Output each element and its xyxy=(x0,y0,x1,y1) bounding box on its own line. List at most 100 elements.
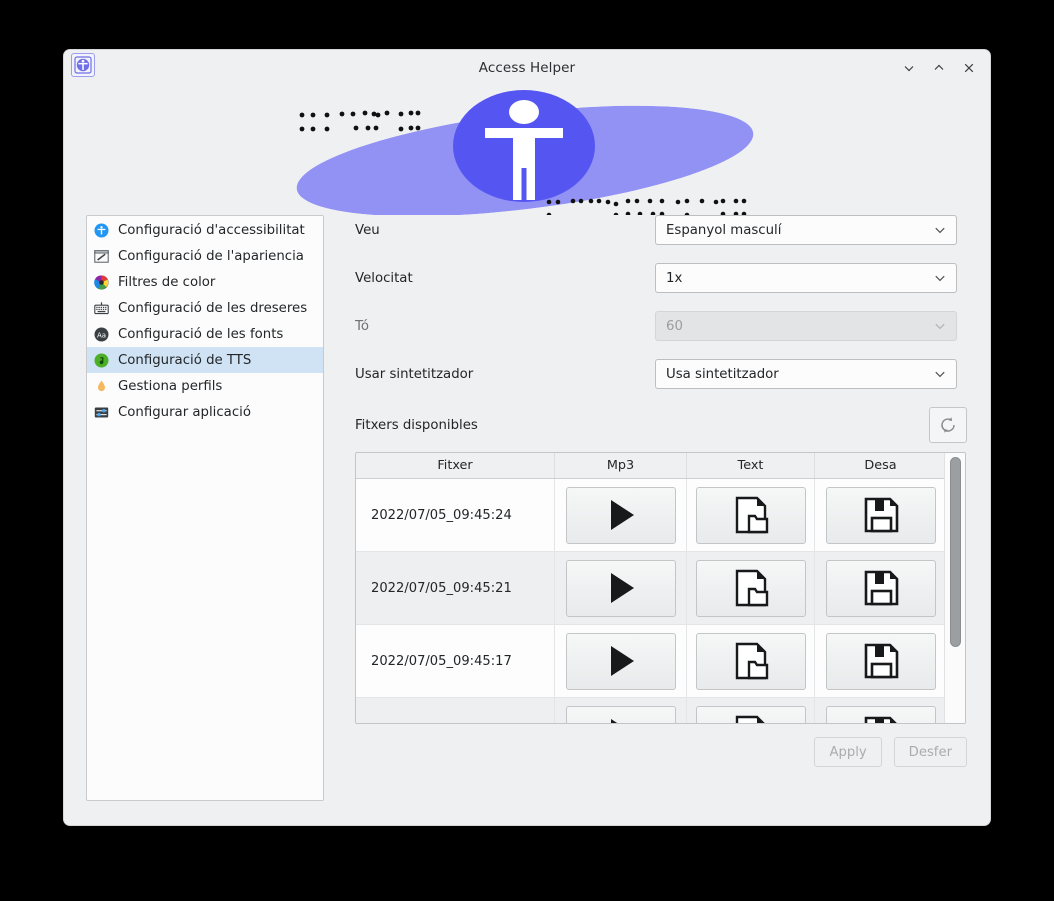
accessibility-app-icon xyxy=(71,53,95,77)
column-header-file: Fitxer xyxy=(356,453,555,478)
title-bar: Access Helper xyxy=(64,50,990,85)
sidebar-item-label: Configuració de TTS xyxy=(118,352,252,368)
table-header-row: Fitxer Mp3 Text Desa xyxy=(356,453,965,479)
sidebar-item-accessibility[interactable]: Configuració d'accessibilitat xyxy=(87,217,323,243)
close-button[interactable] xyxy=(958,57,980,79)
sidebar-item-label: Configuració d'accessibilitat xyxy=(118,222,305,238)
synthesizer-select[interactable]: Usa sintetitzador xyxy=(655,359,957,389)
save-button[interactable] xyxy=(825,559,936,617)
font-icon: Aa xyxy=(93,326,110,343)
sidebar-item-label: Filtres de color xyxy=(118,274,216,290)
floppy-save-icon xyxy=(860,640,902,682)
files-table: Fitxer Mp3 Text Desa 2022/07/05_09:45:24 xyxy=(355,452,966,724)
accessibility-icon xyxy=(93,222,110,239)
play-button[interactable] xyxy=(565,705,676,723)
chevron-down-icon xyxy=(933,367,947,381)
mp3-cell xyxy=(555,479,687,551)
voice-select-value: Espanyol masculí xyxy=(666,222,782,238)
form-row-speed: Velocitat 1x xyxy=(355,263,967,293)
play-icon xyxy=(600,494,642,536)
voice-label: Veu xyxy=(355,222,380,238)
floppy-save-icon xyxy=(860,713,902,723)
sidebar-item-tts[interactable]: Configuració de TTS xyxy=(87,347,323,373)
apply-button[interactable]: Apply xyxy=(814,737,882,767)
tts-icon xyxy=(93,352,110,369)
save-button[interactable] xyxy=(825,632,936,690)
sidebar-item-label: Configuració de les dreseres xyxy=(118,300,308,316)
play-icon xyxy=(600,567,642,609)
minimize-button[interactable] xyxy=(898,57,920,79)
mp3-cell xyxy=(555,698,687,723)
sidebar-item-label: Configuració de l'apariencia xyxy=(118,248,304,264)
open-text-button[interactable] xyxy=(695,559,806,617)
chevron-down-icon xyxy=(933,319,947,333)
settings-sidebar[interactable]: Configuració d'accessibilitat Configurac… xyxy=(86,215,324,801)
document-folder-icon xyxy=(730,640,772,682)
file-name-cell xyxy=(356,698,555,723)
voice-select[interactable]: Espanyol masculí xyxy=(655,215,957,245)
play-button[interactable] xyxy=(565,486,676,544)
table-row[interactable]: 2022/07/05_09:45:17 xyxy=(356,625,965,698)
form-row-synthesizer: Usar sintetitzador Usa sintetitzador xyxy=(355,359,967,389)
play-icon xyxy=(600,640,642,682)
maximize-button[interactable] xyxy=(928,57,950,79)
sidebar-item-profiles[interactable]: Gestiona perfils xyxy=(87,373,323,399)
sidebar-item-fonts[interactable]: Aa Configuració de les fonts xyxy=(87,321,323,347)
braille-decoration-right xyxy=(545,197,760,215)
header-banner xyxy=(64,85,990,215)
chevron-down-icon xyxy=(933,223,947,237)
application-window: Access Helper Configuració d'accessibili… xyxy=(64,50,990,825)
sidebar-item-label: Gestiona perfils xyxy=(118,378,223,394)
refresh-button[interactable] xyxy=(929,407,967,443)
window-controls xyxy=(898,50,980,85)
text-cell xyxy=(687,698,815,723)
form-row-pitch: Tó 60 xyxy=(355,311,967,341)
sidebar-item-color-filters[interactable]: Filtres de color xyxy=(87,269,323,295)
save-cell xyxy=(815,698,946,723)
speed-label: Velocitat xyxy=(355,270,413,286)
open-text-button[interactable] xyxy=(695,705,806,723)
table-row[interactable]: 2022/07/05_09:45:24 xyxy=(356,479,965,552)
sliders-icon xyxy=(93,404,110,421)
table-row[interactable]: 2022/07/05_09:45:21 xyxy=(356,552,965,625)
file-name: 2022/07/05_09:45:21 xyxy=(371,580,512,596)
save-button[interactable] xyxy=(825,486,936,544)
table-scrollbar[interactable] xyxy=(944,453,965,723)
sidebar-item-configure-app[interactable]: Configurar aplicació xyxy=(87,399,323,425)
color-wheel-icon xyxy=(93,274,110,291)
main-content: Configuració d'accessibilitat Configurac… xyxy=(64,215,990,825)
file-name: 2022/07/05_09:45:17 xyxy=(371,653,512,669)
text-cell xyxy=(687,479,815,551)
synthesizer-select-value: Usa sintetitzador xyxy=(666,366,779,382)
document-folder-icon xyxy=(730,567,772,609)
save-cell xyxy=(815,552,946,624)
synthesizer-label: Usar sintetitzador xyxy=(355,366,474,382)
scrollbar-thumb[interactable] xyxy=(950,457,961,647)
undo-button[interactable]: Desfer xyxy=(893,737,967,767)
table-row[interactable] xyxy=(356,698,965,723)
pitch-select: 60 xyxy=(655,311,957,341)
floppy-save-icon xyxy=(860,494,902,536)
sidebar-item-appearance[interactable]: Configuració de l'apariencia xyxy=(87,243,323,269)
file-name-cell: 2022/07/05_09:45:17 xyxy=(356,625,555,697)
open-text-button[interactable] xyxy=(695,632,806,690)
speed-select[interactable]: 1x xyxy=(655,263,957,293)
window-title: Access Helper xyxy=(478,59,576,76)
available-files-header: Fitxers disponibles xyxy=(355,407,967,443)
sidebar-item-label: Configuració de les fonts xyxy=(118,326,284,342)
open-text-button[interactable] xyxy=(695,486,806,544)
file-name-cell: 2022/07/05_09:45:24 xyxy=(356,479,555,551)
column-header-save: Desa xyxy=(864,458,897,473)
pitch-label: Tó xyxy=(355,318,369,334)
play-button[interactable] xyxy=(565,632,676,690)
footer-actions: Apply Desfer xyxy=(355,737,967,767)
save-button[interactable] xyxy=(825,705,936,723)
form-row-voice: Veu Espanyol masculí xyxy=(355,215,967,245)
pitch-select-value: 60 xyxy=(666,318,683,334)
play-icon xyxy=(600,713,642,723)
play-button[interactable] xyxy=(565,559,676,617)
profile-flame-icon xyxy=(93,378,110,395)
sidebar-item-shortcuts[interactable]: Configuració de les dreseres xyxy=(87,295,323,321)
document-folder-icon xyxy=(730,713,772,723)
available-files-label: Fitxers disponibles xyxy=(355,417,478,433)
